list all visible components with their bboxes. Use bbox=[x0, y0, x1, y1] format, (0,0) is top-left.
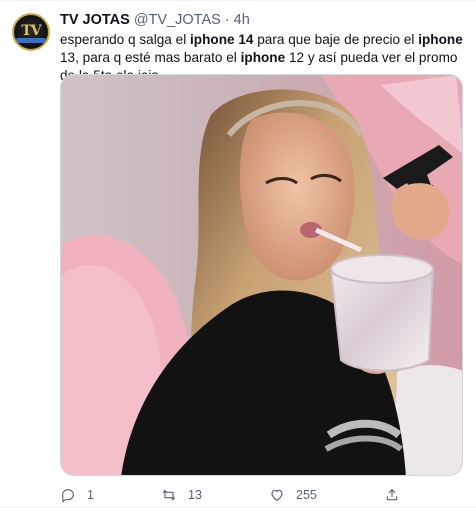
retweet-count: 13 bbox=[188, 488, 202, 502]
tweet-media-image[interactable] bbox=[60, 74, 463, 476]
author-handle[interactable]: @TV_JOTAS bbox=[134, 11, 221, 29]
reply-count: 1 bbox=[87, 488, 94, 502]
tweet[interactable]: TV TV JOTAS @TV_JOTAS · 4h esperando q s… bbox=[0, 0, 476, 508]
tweet-actions: 1 13 255 bbox=[60, 485, 463, 505]
reply-icon bbox=[62, 489, 74, 503]
avatar-stripe bbox=[16, 38, 46, 43]
media-illustration bbox=[61, 75, 462, 475]
avatar-logo: TV bbox=[21, 23, 41, 39]
retweet-icon bbox=[162, 489, 176, 501]
heart-icon bbox=[271, 489, 283, 501]
tweet-time[interactable]: 4h bbox=[234, 11, 250, 29]
like-button[interactable]: 255 bbox=[269, 485, 317, 505]
tweet-text-part: esperando q salga el bbox=[60, 32, 190, 47]
share-icon bbox=[386, 488, 398, 501]
author-name[interactable]: TV JOTAS bbox=[60, 11, 130, 29]
tweet-header: TV JOTAS @TV_JOTAS · 4h bbox=[60, 11, 250, 29]
avatar[interactable]: TV bbox=[12, 13, 50, 51]
tweet-text-part: iphone bbox=[240, 50, 286, 65]
tweet-text-part: para que baje de precio el bbox=[253, 32, 419, 47]
tweet-text-part: iphone 14 bbox=[190, 32, 254, 47]
like-count: 255 bbox=[296, 488, 317, 502]
tweet-text-part: iphone bbox=[418, 32, 463, 47]
retweet-button[interactable]: 13 bbox=[161, 485, 202, 505]
tweet-text-part: 13, para q esté mas barato el bbox=[60, 50, 241, 65]
reply-button[interactable]: 1 bbox=[60, 485, 94, 505]
header-separator: · bbox=[224, 12, 230, 28]
share-button[interactable] bbox=[384, 485, 400, 505]
